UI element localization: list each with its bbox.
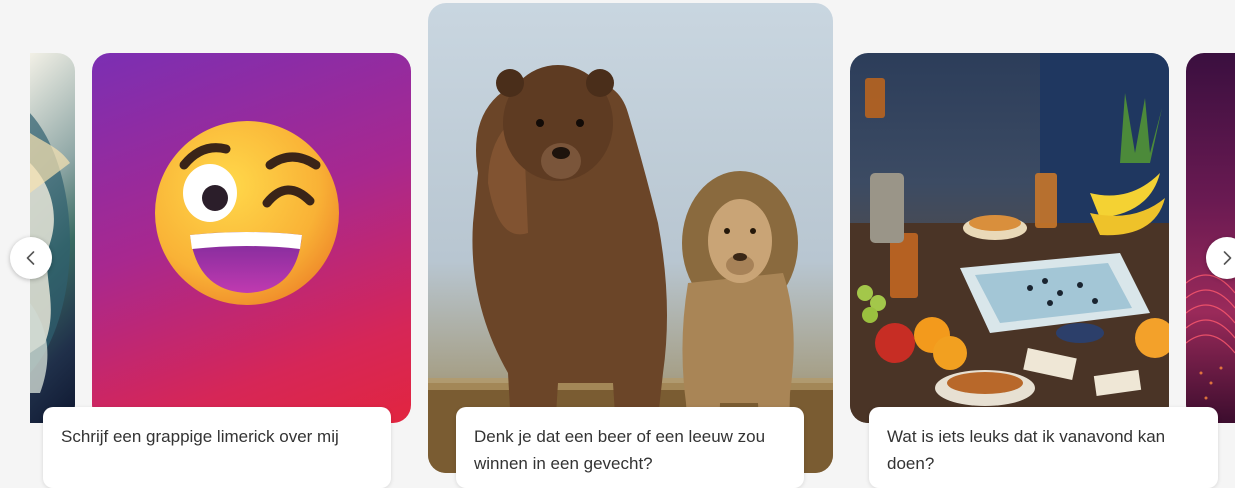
board-game-table-image bbox=[850, 53, 1169, 423]
bear-and-lion-image bbox=[428, 65, 833, 473]
chevron-left-icon bbox=[26, 251, 35, 265]
winking-face-emoji-icon bbox=[155, 121, 339, 305]
carousel-card-game-night-image[interactable] bbox=[850, 53, 1169, 423]
suggestion-caption-fun-tonight[interactable]: Wat is iets leuks dat ik vanavond kan do… bbox=[869, 407, 1218, 488]
suggestion-carousel: Schrijf een grappige limerick over mij D… bbox=[0, 0, 1235, 488]
suggestion-caption-limerick[interactable]: Schrijf een grappige limerick over mij bbox=[43, 407, 391, 488]
carousel-prev-button[interactable] bbox=[10, 237, 52, 279]
suggestion-caption-text: Denk je dat een beer of een leeuw zou wi… bbox=[474, 427, 766, 473]
carousel-card-bear-lion-image[interactable] bbox=[428, 3, 833, 473]
suggestion-caption-text: Schrijf een grappige limerick over mij bbox=[61, 427, 339, 446]
suggestion-caption-text: Wat is iets leuks dat ik vanavond kan do… bbox=[887, 427, 1166, 473]
chevron-right-icon bbox=[1223, 251, 1232, 265]
carousel-card-limerick-image[interactable] bbox=[92, 53, 411, 423]
suggestion-caption-bear-lion[interactable]: Denk je dat een beer of een leeuw zou wi… bbox=[456, 407, 804, 488]
